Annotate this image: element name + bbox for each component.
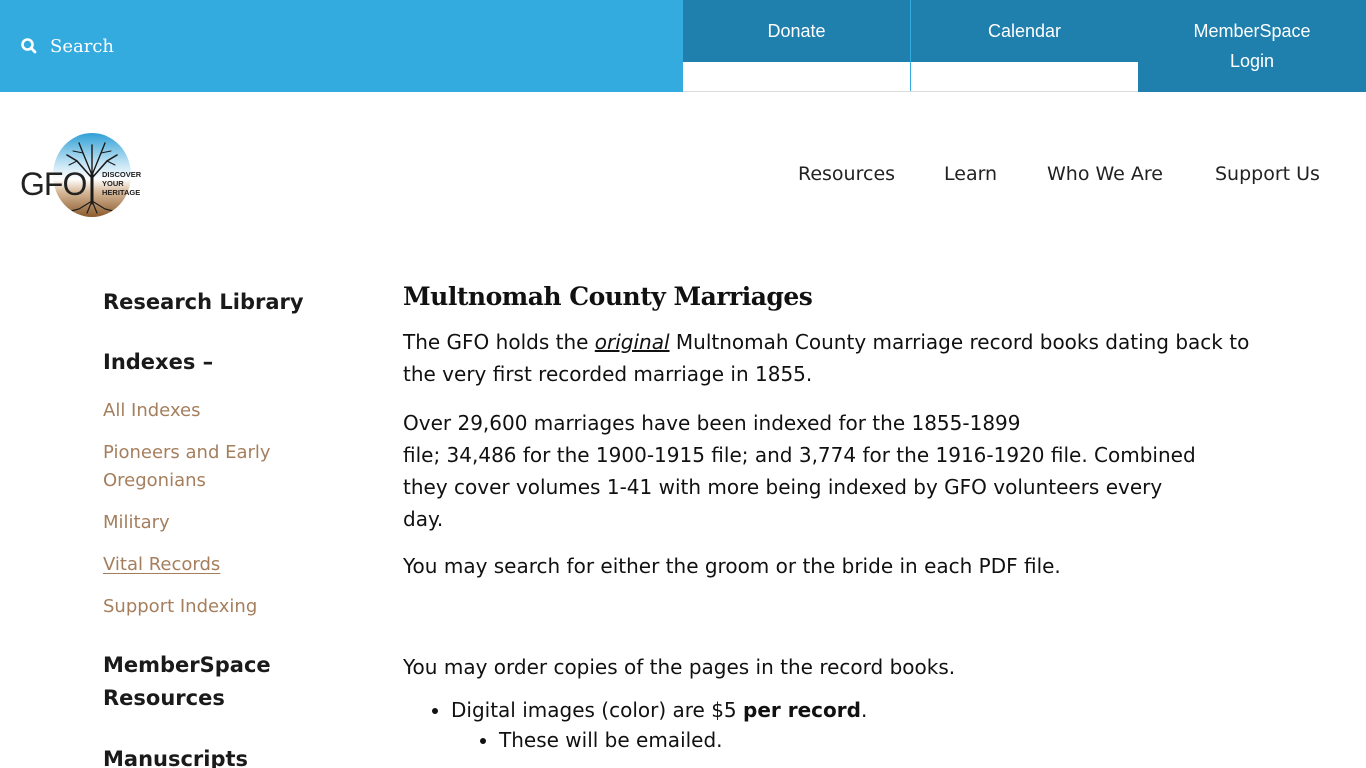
text: The GFO holds the [403,330,595,354]
list-item: Digital images (color) are $5 per record… [451,695,1273,755]
bold-text: per record [743,698,861,722]
calendar-button[interactable]: Calendar [911,0,1138,62]
sidebar-manuscripts[interactable]: Manuscripts [103,743,343,768]
sidebar-indexes-toggle[interactable]: Indexes – [103,346,343,379]
donate-button-underlay [683,62,910,92]
divider [910,0,911,92]
page-title: Multnomah County Marriages [403,282,813,311]
index-count-paragraph: Over 29,600 marriages have been indexed … [403,407,1203,535]
text: Digital images (color) are $5 [451,698,744,722]
text: . [860,698,868,722]
tagline-line: HERITAGE [102,188,141,197]
intro-paragraph: The GFO holds the original Multnomah Cou… [403,326,1273,390]
login-label-line1: MemberSpace [1193,21,1311,41]
emphasis-original: original [594,330,670,354]
calendar-button-underlay [911,62,1138,92]
main-content: Multnomah County Marriages The GFO holds… [403,280,1273,755]
nav-item-support-us[interactable]: Support Us [1215,163,1320,185]
sidebar-item-support-indexing[interactable]: Support Indexing [103,593,343,621]
sidebar-item-pioneers[interactable]: Pioneers and Early Oregonians [103,439,303,495]
text: file; 34,486 for the 1900-1915 file; and… [403,443,1196,531]
top-bar: Search Donate Calendar MemberSpace Login [0,0,1366,92]
search-icon [20,37,38,55]
sidebar-item-all-indexes[interactable]: All Indexes [103,397,343,425]
text: Over 29,600 marriages have been indexed … [403,411,1021,435]
search-label: Search [50,35,114,57]
search-info-paragraph: You may search for either the groom or t… [403,554,1061,578]
divider [683,91,1138,92]
nav-item-resources[interactable]: Resources [798,163,895,185]
login-label-line2: Login [1229,51,1275,71]
search-button[interactable]: Search [0,0,683,92]
sidebar-item-military[interactable]: Military [103,509,343,537]
sidebar-memberspace-resources[interactable]: MemberSpace Resources [103,649,283,715]
donate-button[interactable]: Donate [683,0,910,62]
nav-item-who-we-are[interactable]: Who We Are [1047,163,1163,185]
nav-item-learn[interactable]: Learn [944,163,997,185]
login-label: MemberSpace Login [1193,16,1310,76]
sidebar: Research Library Indexes – All Indexes P… [103,286,343,768]
main-nav: Resources Learn Who We Are Support Us [0,163,1366,189]
sidebar-item-vital-records[interactable]: Vital Records [103,551,343,579]
order-copies-paragraph: You may order copies of the pages in the… [403,655,956,679]
pricing-list: Digital images (color) are $5 per record… [403,695,1273,755]
memberspace-login-button[interactable]: MemberSpace Login [1138,0,1366,92]
list-item: These will be emailed. [499,725,1273,755]
sidebar-research-library[interactable]: Research Library [103,286,343,319]
